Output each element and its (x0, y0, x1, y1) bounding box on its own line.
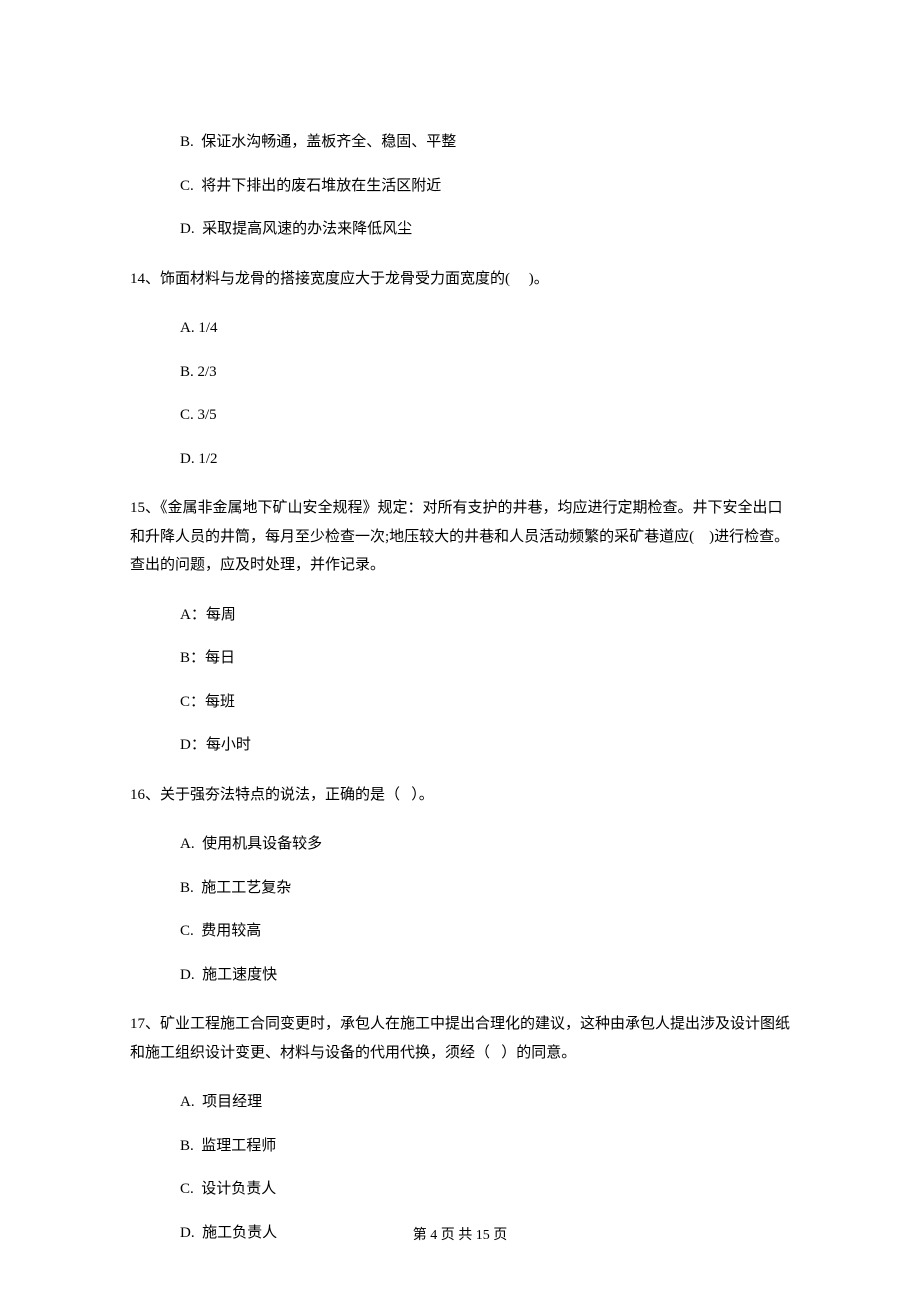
q14-option-d: D. 1/2 (180, 448, 790, 471)
option-c: C. 将井下排出的废石堆放在生活区附近 (180, 175, 790, 198)
q14-option-a: A. 1/4 (180, 317, 790, 340)
q16-option-c: C. 费用较高 (180, 920, 790, 943)
q16-option-b: B. 施工工艺复杂 (180, 877, 790, 900)
q14-option-c: C. 3/5 (180, 404, 790, 427)
q16-option-d: D. 施工速度快 (180, 964, 790, 987)
page: B. 保证水沟畅通，盖板齐全、稳固、平整 C. 将井下排出的废石堆放在生活区附近… (0, 0, 920, 1302)
q17-option-a: A. 项目经理 (180, 1091, 790, 1114)
option-d: D. 采取提高风速的办法来降低风尘 (180, 218, 790, 241)
q15-option-b: B：每日 (180, 647, 790, 670)
q15-option-a: A：每周 (180, 604, 790, 627)
q15-option-d: D：每小时 (180, 734, 790, 757)
option-b: B. 保证水沟畅通，盖板齐全、稳固、平整 (180, 131, 790, 154)
page-footer: 第 4 页 共 15 页 (0, 1225, 920, 1246)
q14-option-b: B. 2/3 (180, 361, 790, 384)
question-14-stem: 14、饰面材料与龙骨的搭接宽度应大于龙骨受力面宽度的( )。 (130, 265, 790, 294)
question-16-stem: 16、关于强夯法特点的说法，正确的是（ ）。 (130, 781, 790, 810)
q17-option-c: C. 设计负责人 (180, 1178, 790, 1201)
q15-option-c: C：每班 (180, 691, 790, 714)
q16-option-a: A. 使用机具设备较多 (180, 833, 790, 856)
question-17-stem: 17、矿业工程施工合同变更时，承包人在施工中提出合理化的建议，这种由承包人提出涉… (130, 1010, 790, 1067)
question-15-stem: 15、《金属非金属地下矿山安全规程》规定：对所有支护的井巷，均应进行定期检查。井… (130, 494, 790, 580)
q17-option-b: B. 监理工程师 (180, 1135, 790, 1158)
